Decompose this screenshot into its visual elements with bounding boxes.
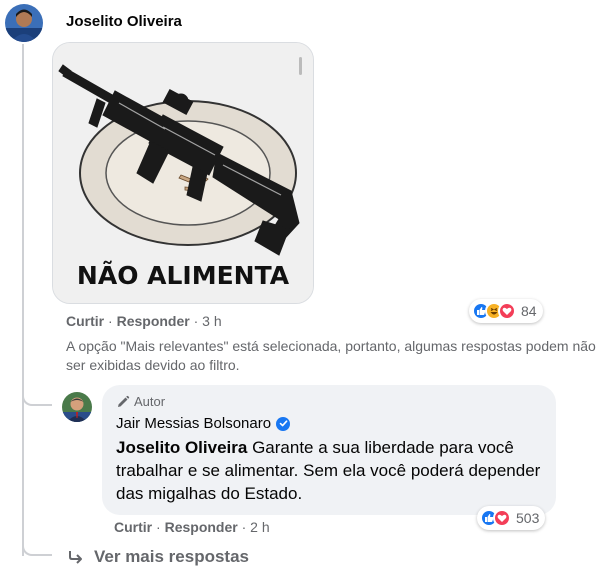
love-icon xyxy=(498,302,516,320)
pen-icon xyxy=(118,395,130,407)
sticker-image[interactable]: NÃO ALIMENTA xyxy=(52,42,314,304)
reaction-count: 84 xyxy=(521,303,537,319)
reply-reactions[interactable]: 503 xyxy=(477,506,546,530)
reaction-count: 503 xyxy=(516,510,540,526)
reply-like-button[interactable]: Curtir xyxy=(114,519,152,535)
reply-reply-button[interactable]: Responder xyxy=(165,519,238,535)
author-badge: Autor xyxy=(116,394,165,409)
reply-actions: Curtir · Responder · 2 h xyxy=(114,519,270,535)
thread-line xyxy=(22,44,24,556)
reply-avatar[interactable] xyxy=(62,392,92,422)
avatar[interactable] xyxy=(5,4,43,42)
thread-branch-more xyxy=(22,530,52,556)
comment-reactions[interactable]: 84 xyxy=(469,299,543,323)
more-replies-label[interactable]: Ver mais respostas xyxy=(94,547,249,567)
author-badge-label: Autor xyxy=(134,394,166,409)
more-replies-link[interactable]: Ver mais respostas xyxy=(68,547,249,567)
reply-author-name[interactable]: Jair Messias Bolsonaro xyxy=(116,415,271,432)
mention-link[interactable]: Joselito Oliveira xyxy=(116,438,247,457)
comment-actions: Curtir · Responder · 3 h xyxy=(66,313,222,329)
reply-button[interactable]: Responder xyxy=(117,313,190,329)
like-button[interactable]: Curtir xyxy=(66,313,104,329)
reply-arrow-icon xyxy=(69,551,82,564)
verified-badge-icon xyxy=(276,416,291,431)
comment-timestamp[interactable]: 3 h xyxy=(202,313,221,329)
comment-author-name[interactable]: Joselito Oliveira xyxy=(66,13,182,30)
sticker-text: NÃO ALIMENTA xyxy=(76,261,290,290)
reply-timestamp[interactable]: 2 h xyxy=(250,519,269,535)
reply-text: Joselito Oliveira Garante a sua liberdad… xyxy=(116,436,546,505)
love-icon xyxy=(493,509,511,527)
reply-author: Jair Messias Bolsonaro xyxy=(116,415,291,432)
thread-branch-reply xyxy=(22,380,52,406)
filter-notice: A opção "Mais relevantes" está seleciona… xyxy=(66,338,596,373)
